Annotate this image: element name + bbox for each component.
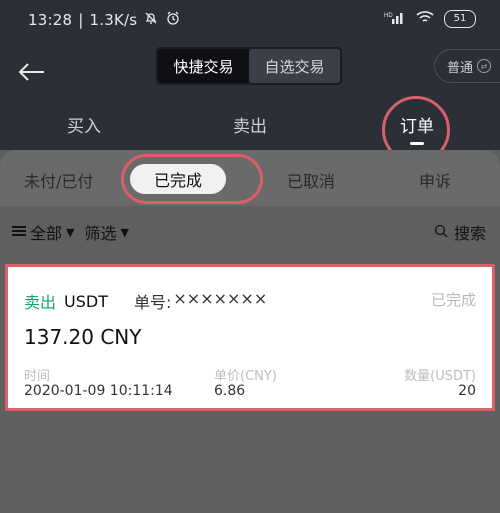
status-separator: | (78, 11, 84, 29)
order-asset: USDT (64, 291, 108, 311)
mode-toggle-button[interactable]: 普通 ⇄ (434, 49, 500, 83)
header: 快捷交易 自选交易 普通 ⇄ (0, 44, 500, 104)
price-value: 6.86 (214, 383, 246, 399)
list-icon (12, 223, 26, 242)
wifi-icon (416, 9, 434, 28)
tab-sell[interactable]: 卖出 (233, 112, 267, 137)
status-time: 13:28 (28, 11, 73, 29)
order-status: 已完成 (430, 291, 476, 309)
order-number-label: 单号: (133, 293, 172, 312)
search-button[interactable]: 搜索 (434, 220, 486, 244)
subtab-completed[interactable]: 已完成 (130, 164, 226, 194)
swap-icon: ⇄ (477, 59, 492, 73)
status-net-speed: 1.3K/s (89, 11, 138, 29)
filter-bar: 全部 ▼ 筛选 ▼ 搜索 (0, 206, 500, 256)
main-tabs: 买入 卖出 订单 (0, 104, 500, 150)
time-value: 2020-01-09 10:11:14 (24, 383, 173, 399)
status-right: HD 51 (384, 9, 476, 28)
order-card[interactable]: 卖出 USDT 单号: ××××××× 已完成 137.20 CNY 时间 单价… (12, 271, 488, 404)
time-label: 时间 (24, 369, 51, 384)
filter-all-dropdown[interactable]: 全部 ▼ (12, 220, 74, 244)
caret-down-icon: ▼ (66, 225, 75, 239)
signal-icon: HD (384, 9, 406, 28)
tab-orders[interactable]: 订单 (400, 112, 434, 137)
price-label: 单价(CNY) (214, 369, 277, 384)
battery-icon: 51 (444, 9, 476, 28)
status-bar: 13:28 | 1.3K/s HD 51 (0, 0, 500, 44)
subtab-appeal[interactable]: 申诉 (419, 168, 451, 192)
svg-text:HD: HD (384, 13, 393, 19)
order-status-tabs: 未付/已付 已取消 申诉 (0, 150, 500, 206)
bell-off-icon (143, 10, 159, 30)
tab-buy[interactable]: 买入 (67, 112, 101, 137)
order-amount: 137.20 CNY (24, 325, 142, 349)
search-label: 搜索 (453, 224, 486, 243)
status-left: 13:28 | 1.3K/s (28, 10, 181, 30)
order-number-value: ××××××× (173, 289, 268, 308)
active-tab-indicator (410, 142, 424, 145)
segment-quick-trade[interactable]: 快捷交易 (158, 49, 249, 83)
order-side: 卖出 (24, 293, 57, 312)
trade-mode-segmented-control: 快捷交易 自选交易 (156, 47, 342, 85)
segment-custom-trade[interactable]: 自选交易 (249, 49, 340, 83)
filter-all-label: 全部 (30, 224, 63, 243)
quantity-label: 数量(USDT) (404, 369, 476, 384)
filter-left: 全部 ▼ 筛选 ▼ (12, 220, 129, 244)
order-card-header: 卖出 USDT 单号: ××××××× (24, 289, 267, 313)
subtab-cancelled[interactable]: 已取消 (287, 168, 335, 192)
caret-down-icon: ▼ (120, 225, 129, 239)
back-arrow-icon[interactable] (14, 54, 50, 90)
mode-label: 普通 (447, 60, 474, 76)
order-card-highlight: 卖出 USDT 单号: ××××××× 已完成 137.20 CNY 时间 单价… (5, 264, 495, 411)
filter-label: 筛选 (84, 224, 117, 243)
order-number: 单号: ××××××× (134, 289, 267, 313)
subtab-unpaid-paid[interactable]: 未付/已付 (24, 168, 93, 192)
quantity-value: 20 (458, 383, 476, 399)
alarm-icon (165, 10, 181, 30)
search-icon (434, 223, 448, 242)
filter-dropdown[interactable]: 筛选 ▼ (84, 220, 128, 244)
